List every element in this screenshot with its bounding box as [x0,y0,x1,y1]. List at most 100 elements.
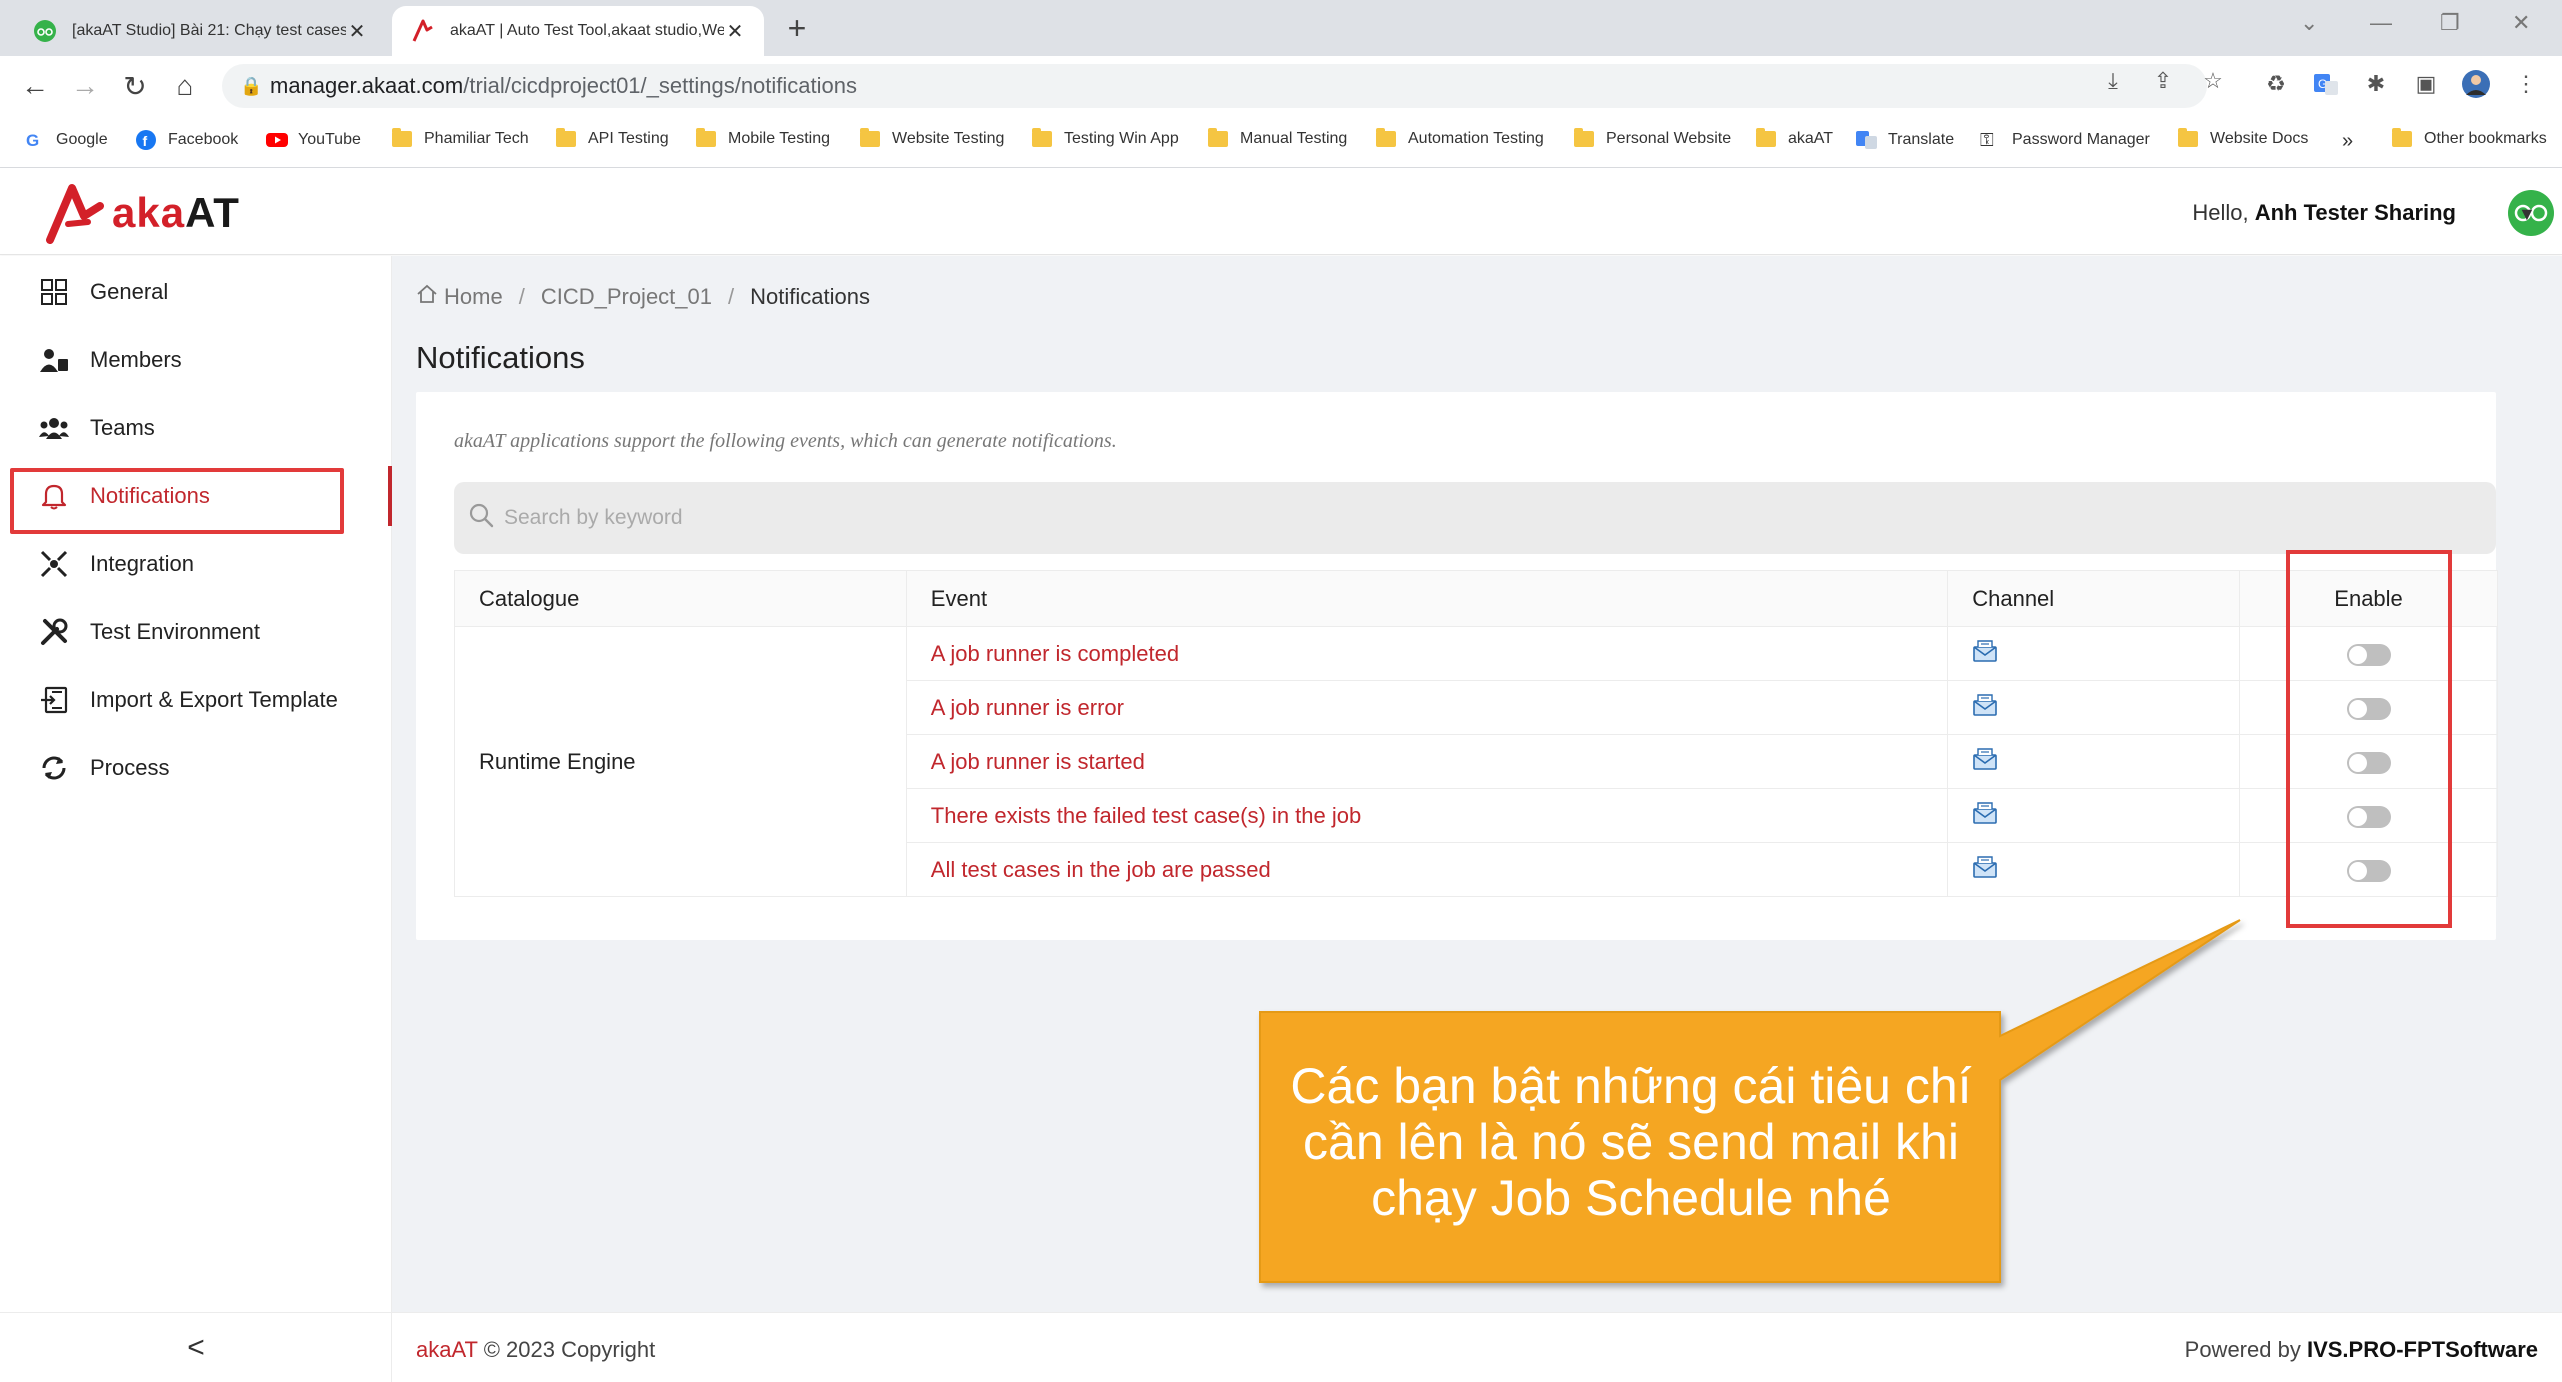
address-bar[interactable]: 🔒 manager.akaat.com/trial/cicdproject01/… [222,64,2207,108]
bookmark-google[interactable]: G Google [24,130,108,150]
address-toolbar: ← → ↻ ⌂ 🔒 manager.akaat.com/trial/cicdpr… [0,56,2562,116]
restore-icon[interactable]: ❐ [2440,10,2460,36]
more-bookmarks-icon[interactable]: » [2342,130,2353,153]
sidebar-item-teams[interactable]: Teams [0,398,392,458]
sidebar-item-import-export-template[interactable]: Import & Export Template [0,670,392,730]
breadcrumb-current: Notifications [750,284,870,309]
bookmark-testing-win-app[interactable]: Testing Win App [1032,128,1179,148]
process-icon [38,752,70,784]
bell-icon [38,480,70,512]
back-icon[interactable]: ← [18,70,52,102]
user-menu-caret-icon[interactable]: ▼ [2518,204,2536,225]
sidebar-item-integration[interactable]: Integration [0,534,392,594]
event-cell: A job runner is started [905,734,1949,789]
google-icon: G [24,130,44,150]
akaat-logo[interactable]: akaAT [44,182,240,244]
bookmark-automation-testing[interactable]: Automation Testing [1376,128,1544,148]
svg-text:G: G [26,131,39,150]
grid-icon [38,276,70,308]
bookmark-password-manager[interactable]: ⚿ Password Manager [1980,130,2150,150]
folder-icon [392,128,412,147]
sidebar-item-label: Integration [90,551,194,576]
svg-text:f: f [143,133,148,149]
home-breadcrumb-icon[interactable] [416,284,438,310]
email-icon [1972,693,1998,723]
lock-icon: 🔒 [240,75,263,96]
bookmark-other-bookmarks[interactable]: Other bookmarks [2392,128,2547,148]
facebook-icon: f [136,130,156,150]
tab-search-chevron-icon[interactable]: ⌄ [2300,10,2318,36]
enable-column-highlight-box [2286,550,2452,928]
bookmark-manual-testing[interactable]: Manual Testing [1208,128,1347,148]
profile-avatar[interactable] [2458,66,2494,102]
translate-icon [1856,130,1877,150]
akaat-logo-mark-icon [46,184,104,244]
sidebar-item-members[interactable]: Members [0,330,392,390]
sidebar-item-notifications[interactable]: Notifications [0,466,392,526]
bookmark-akaat[interactable]: akaAT [1756,128,1833,148]
bookmark-facebook[interactable]: f Facebook [136,130,238,150]
translate-extension-icon[interactable]: G [2308,66,2344,102]
bookmark-translate[interactable]: Translate [1856,130,1954,150]
sidebar-item-label: Import & Export Template [90,687,338,712]
bookmark-phamiliar-tech[interactable]: Phamiliar Tech [392,128,529,148]
sidebar-item-label: Members [90,347,182,372]
new-tab-icon[interactable]: + [782,10,812,47]
bookmark-api-testing[interactable]: API Testing [556,128,669,148]
folder-icon [2178,128,2198,147]
key-icon: ⚿ [1980,130,1994,150]
event-cell: A job runner is completed [905,626,1949,681]
reload-icon[interactable]: ↻ [118,70,152,103]
folder-icon [1376,128,1396,147]
window-close-icon[interactable]: ✕ [2512,10,2530,36]
column-header-catalogue: Catalogue [454,570,907,627]
extensions-puzzle-icon[interactable]: ✱ [2358,66,2394,102]
browser-tab-akaat[interactable]: akaAT | Auto Test Tool,akaat studio,Web … [392,6,764,56]
bookmark-website-docs[interactable]: Website Docs [2178,128,2308,148]
sidebar-item-label: Test Environment [90,619,260,644]
minimize-icon[interactable]: — [2370,10,2392,36]
folder-icon [696,128,716,147]
teams-icon [38,412,70,444]
breadcrumb-home[interactable]: Home [444,284,503,310]
sidebar-item-test-environment[interactable]: Test Environment [0,602,392,662]
notifications-description: akaAT applications support the following… [454,430,1117,452]
bookmark-personal-website[interactable]: Personal Website [1574,128,1731,148]
bookmark-website-testing[interactable]: Website Testing [860,128,1004,148]
breadcrumb-separator: / [728,284,735,309]
app-header: akaAT Hello, Anh Tester Sharing ▼ [0,168,2562,255]
browser-tab-studio[interactable]: [akaAT Studio] Bài 21: Chạy test cases t… [14,6,386,56]
close-tab-icon[interactable]: ✕ [724,19,746,44]
search-icon [468,502,504,535]
bookmark-mobile-testing[interactable]: Mobile Testing [696,128,830,148]
home-icon[interactable]: ⌂ [168,70,202,102]
notifications-table: Catalogue Event Channel Enable Runtime E… [454,570,2498,897]
side-panel-icon[interactable]: ▣ [2408,66,2444,102]
bookmark-youtube[interactable]: YouTube [266,130,361,150]
email-icon [1972,747,1998,777]
channel-cell [1947,734,2241,789]
install-app-icon[interactable]: ⤓ [2098,68,2128,94]
sidebar-item-general[interactable]: General [0,262,392,322]
integration-icon [38,548,70,580]
sidebar-item-process[interactable]: Process [0,738,392,798]
close-tab-icon[interactable]: ✕ [346,19,368,44]
collapse-sidebar-icon[interactable]: < [0,1312,392,1382]
bookmark-star-icon[interactable]: ☆ [2198,68,2228,94]
channel-cell [1947,680,2241,735]
browser-menu-icon[interactable]: ⋮ [2508,66,2544,102]
breadcrumb-separator: / [518,284,525,309]
sidebar-item-label: General [90,279,169,304]
sidebar-item-label: Process [90,755,170,780]
folder-icon [1208,128,1228,147]
search-input[interactable] [504,506,2404,530]
breadcrumb-project[interactable]: CICD_Project_01 [541,284,712,310]
user-greeting[interactable]: Hello, Anh Tester Sharing [2192,200,2456,226]
recycle-extension-icon[interactable]: ♻ [2258,66,2294,102]
table-header-row: Catalogue Event Channel Enable [454,570,2498,627]
share-icon[interactable]: ⇪ [2148,68,2178,94]
search-bar[interactable] [454,482,2496,554]
channel-cell [1947,842,2241,897]
event-cell: All test cases in the job are passed [905,842,1949,897]
forward-icon[interactable]: → [68,70,102,102]
